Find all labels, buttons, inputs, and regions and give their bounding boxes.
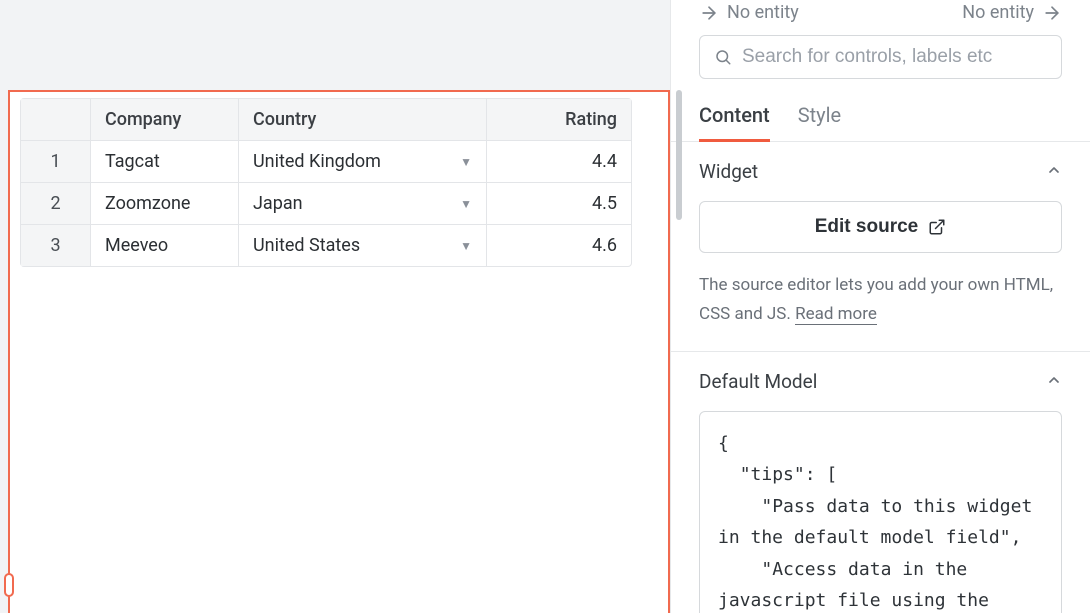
section-widget-header[interactable]: Widget [699, 142, 1062, 201]
cell-rating[interactable]: 4.5 [487, 183, 631, 225]
properties-panel: No entity No entity Content Style Widget… [670, 0, 1090, 613]
cell-country-dropdown[interactable]: United States ▼ [239, 225, 487, 266]
chevron-up-icon [1046, 160, 1062, 183]
panel-tabs: Content Style [671, 79, 1090, 142]
row-index: 2 [21, 183, 91, 225]
cell-company[interactable]: Meeveo [91, 225, 239, 266]
cell-country-dropdown[interactable]: Japan ▼ [239, 183, 487, 225]
data-table: Company Country Rating 1 Tagcat United K… [20, 98, 632, 267]
country-value: United States [253, 235, 360, 256]
search-input[interactable] [742, 46, 1047, 68]
table-header-row: Company Country Rating [21, 99, 631, 141]
widget-helper-text: The source editor lets you add your own … [699, 271, 1062, 351]
section-default-model: Default Model { "tips": [ "Pass data to … [671, 352, 1090, 613]
read-more-link[interactable]: Read more [795, 304, 877, 325]
chevron-down-icon: ▼ [460, 155, 472, 169]
col-country: Country [239, 99, 487, 141]
section-default-model-header[interactable]: Default Model [699, 352, 1062, 411]
search-box[interactable] [699, 35, 1062, 79]
resize-handle-left[interactable] [4, 573, 14, 597]
edit-source-button[interactable]: Edit source [699, 201, 1062, 253]
prev-entity-link[interactable]: No entity [699, 2, 799, 23]
col-index [21, 99, 91, 141]
section-title: Default Model [699, 370, 817, 393]
row-index: 3 [21, 225, 91, 266]
row-index: 1 [21, 141, 91, 183]
default-model-code[interactable]: { "tips": [ "Pass data to this widget in… [699, 411, 1062, 613]
prev-entity-label: No entity [727, 2, 799, 23]
external-link-icon [928, 218, 946, 236]
search-icon [714, 48, 732, 66]
chevron-up-icon [1046, 370, 1062, 393]
next-entity-link[interactable]: No entity [962, 2, 1062, 23]
col-company: Company [91, 99, 239, 141]
cell-rating[interactable]: 4.4 [487, 141, 631, 183]
col-rating: Rating [487, 99, 631, 141]
cell-rating[interactable]: 4.6 [487, 225, 631, 266]
tab-content[interactable]: Content [699, 103, 770, 142]
chevron-down-icon: ▼ [460, 197, 472, 211]
cell-company[interactable]: Zoomzone [91, 183, 239, 225]
country-value: United Kingdom [253, 151, 381, 172]
arrow-right-icon [699, 3, 719, 23]
tab-style[interactable]: Style [798, 103, 841, 141]
table-row[interactable]: 3 Meeveo United States ▼ 4.6 [21, 225, 631, 266]
section-title: Widget [699, 160, 758, 183]
country-value: Japan [253, 193, 303, 214]
table-row[interactable]: 1 Tagcat United Kingdom ▼ 4.4 [21, 141, 631, 183]
widget-selection-frame[interactable]: Company Country Rating 1 Tagcat United K… [8, 90, 670, 613]
edit-source-label: Edit source [815, 216, 918, 238]
section-widget: Widget Edit source The source editor let… [671, 142, 1090, 352]
arrow-right-icon [1042, 3, 1062, 23]
chevron-down-icon: ▼ [460, 239, 472, 253]
table-row[interactable]: 2 Zoomzone Japan ▼ 4.5 [21, 183, 631, 225]
scrollbar-thumb[interactable] [676, 90, 682, 220]
cell-company[interactable]: Tagcat [91, 141, 239, 183]
canvas-area: Company Country Rating 1 Tagcat United K… [0, 0, 670, 613]
next-entity-label: No entity [962, 2, 1034, 23]
cell-country-dropdown[interactable]: United Kingdom ▼ [239, 141, 487, 183]
entity-nav: No entity No entity [671, 0, 1090, 35]
